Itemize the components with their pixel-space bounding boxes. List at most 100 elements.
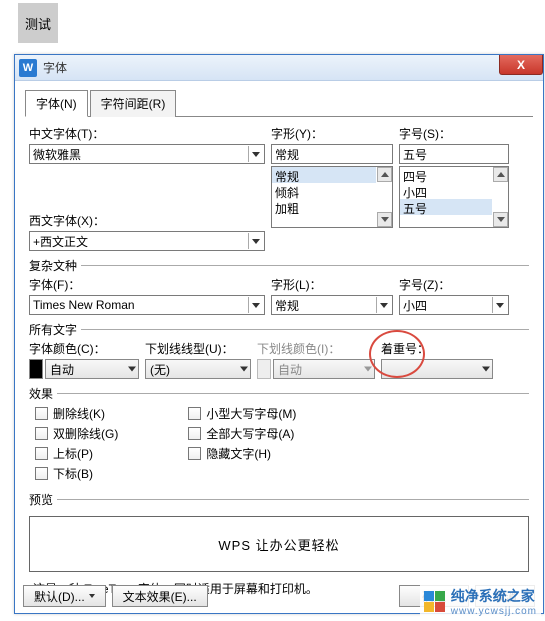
style-listbox[interactable]: 常规 倾斜 加粗	[271, 166, 393, 228]
tab-strip: 字体(N) 字符间距(R)	[25, 89, 533, 117]
divider	[57, 499, 529, 500]
dropdown-arrow-icon	[248, 297, 263, 313]
west-font-combo[interactable]: +西文正文	[29, 231, 265, 251]
complex-style-combo[interactable]: 常规	[271, 295, 393, 315]
list-item[interactable]: 加粗	[272, 199, 376, 215]
dropdown-arrow-icon	[492, 297, 507, 313]
checkbox-label: 小型大写字母(M)	[206, 405, 296, 422]
complex-size-value: 小四	[403, 297, 427, 314]
underline-color-swatch	[257, 359, 271, 379]
app-icon: W	[19, 59, 37, 77]
size-label: 字号(S)：	[399, 125, 509, 142]
watermark-url: www.ycwsjj.com	[451, 606, 537, 617]
list-item[interactable]: 常规	[272, 167, 376, 183]
cn-font-label: 中文字体(T)：	[29, 125, 265, 142]
default-button[interactable]: 默认(D)...	[23, 585, 106, 607]
emphasis-label: 着重号：	[381, 340, 493, 357]
list-item[interactable]: 四号	[400, 167, 492, 183]
scroll-up-icon[interactable]	[377, 167, 392, 182]
checkbox-icon	[35, 427, 48, 440]
allcaps-checkbox[interactable]: 全部大写字母(A)	[188, 425, 296, 442]
effects-section-label: 效果	[29, 385, 53, 402]
subscript-checkbox[interactable]: 下标(B)	[35, 465, 118, 482]
underline-style-label: 下划线线型(U)：	[145, 340, 251, 357]
close-button[interactable]: X	[499, 55, 543, 75]
dropdown-arrow-icon	[376, 297, 391, 313]
complex-style-label: 字形(L)：	[271, 276, 393, 293]
list-item[interactable]: 小四	[400, 183, 492, 199]
watermark: 纯净系统之家 www.ycwsjj.com	[420, 584, 541, 619]
watermark-brand: 纯净系统之家	[451, 586, 537, 606]
dropdown-arrow-icon	[364, 367, 372, 372]
scroll-down-icon[interactable]	[377, 212, 392, 227]
font-color-swatch	[29, 359, 43, 379]
list-item[interactable]: 倾斜	[272, 183, 376, 199]
dialog-body: 字体(N) 字符间距(R) 中文字体(T)： 微软雅黑 字形(Y)： 常规	[15, 81, 543, 599]
list-item[interactable]: 五号	[400, 199, 492, 215]
size-value: 五号	[403, 146, 427, 163]
size-listbox[interactable]: 四号 小四 五号	[399, 166, 509, 228]
dropdown-arrow-icon	[128, 367, 136, 372]
font-color-combo[interactable]: 自动	[45, 359, 139, 379]
superscript-checkbox[interactable]: 上标(P)	[35, 445, 118, 462]
checkbox-icon	[188, 407, 201, 420]
hidden-checkbox[interactable]: 隐藏文字(H)	[188, 445, 296, 462]
style-label: 字形(Y)：	[271, 125, 393, 142]
document-text-sample: 测试	[18, 3, 58, 43]
checkbox-label: 双删除线(G)	[53, 425, 118, 442]
emphasis-combo[interactable]	[381, 359, 493, 379]
complex-font-combo[interactable]: Times New Roman	[29, 295, 265, 315]
all-text-section-label: 所有文字	[29, 321, 77, 338]
preview-box: WPS 让办公更轻松	[29, 516, 529, 572]
checkbox-label: 隐藏文字(H)	[206, 445, 271, 462]
divider	[81, 265, 529, 266]
underline-color-value: 自动	[278, 361, 302, 378]
checkbox-label: 上标(P)	[53, 445, 93, 462]
smallcaps-checkbox[interactable]: 小型大写字母(M)	[188, 405, 296, 422]
cn-font-combo[interactable]: 微软雅黑	[29, 144, 265, 164]
underline-color-combo: 自动	[273, 359, 375, 379]
dropdown-arrow-icon	[248, 146, 263, 162]
font-color-value: 自动	[50, 361, 74, 378]
tab-char-spacing[interactable]: 字符间距(R)	[90, 90, 177, 117]
size-input[interactable]: 五号	[399, 144, 509, 164]
style-input[interactable]: 常规	[271, 144, 393, 164]
divider	[57, 393, 529, 394]
style-value: 常规	[275, 146, 299, 163]
scroll-up-icon[interactable]	[493, 167, 508, 182]
watermark-logo-icon	[424, 591, 445, 612]
checkbox-label: 全部大写字母(A)	[206, 425, 294, 442]
dialog-title: 字体	[43, 59, 67, 76]
checkbox-icon	[35, 467, 48, 480]
scroll-down-icon[interactable]	[493, 212, 508, 227]
checkbox-icon	[35, 447, 48, 460]
checkbox-label: 删除线(K)	[53, 405, 105, 422]
strike-checkbox[interactable]: 删除线(K)	[35, 405, 118, 422]
cn-font-value: 微软雅黑	[33, 146, 81, 163]
complex-section-label: 复杂文种	[29, 257, 77, 274]
checkbox-icon	[188, 447, 201, 460]
divider	[81, 329, 529, 330]
dropdown-arrow-icon	[248, 233, 263, 249]
dropdown-arrow-icon	[240, 367, 248, 372]
dropdown-arrow-icon	[482, 367, 490, 372]
titlebar: W 字体 X	[15, 55, 543, 81]
west-font-value: +西文正文	[33, 233, 88, 250]
text-effects-button[interactable]: 文本效果(E)...	[112, 585, 208, 607]
complex-size-label: 字号(Z)：	[399, 276, 509, 293]
west-font-label: 西文字体(X)：	[29, 212, 265, 229]
checkbox-label: 下标(B)	[53, 465, 93, 482]
preview-section-label: 预览	[29, 491, 53, 508]
tab-content: 中文字体(T)： 微软雅黑 字形(Y)： 常规 字号(S)： 五号	[25, 121, 533, 599]
underline-style-value: (无)	[150, 361, 170, 378]
complex-style-value: 常规	[275, 297, 299, 314]
underline-style-combo[interactable]: (无)	[145, 359, 251, 379]
font-color-label: 字体颜色(C)：	[29, 340, 139, 357]
underline-color-label: 下划线颜色(I)：	[257, 340, 375, 357]
double-strike-checkbox[interactable]: 双删除线(G)	[35, 425, 118, 442]
tab-font[interactable]: 字体(N)	[25, 90, 88, 117]
font-dialog: W 字体 X 字体(N) 字符间距(R) 中文字体(T)： 微软雅黑 字形(Y)…	[14, 54, 544, 614]
checkbox-icon	[35, 407, 48, 420]
complex-font-label: 字体(F)：	[29, 276, 265, 293]
complex-size-combo[interactable]: 小四	[399, 295, 509, 315]
